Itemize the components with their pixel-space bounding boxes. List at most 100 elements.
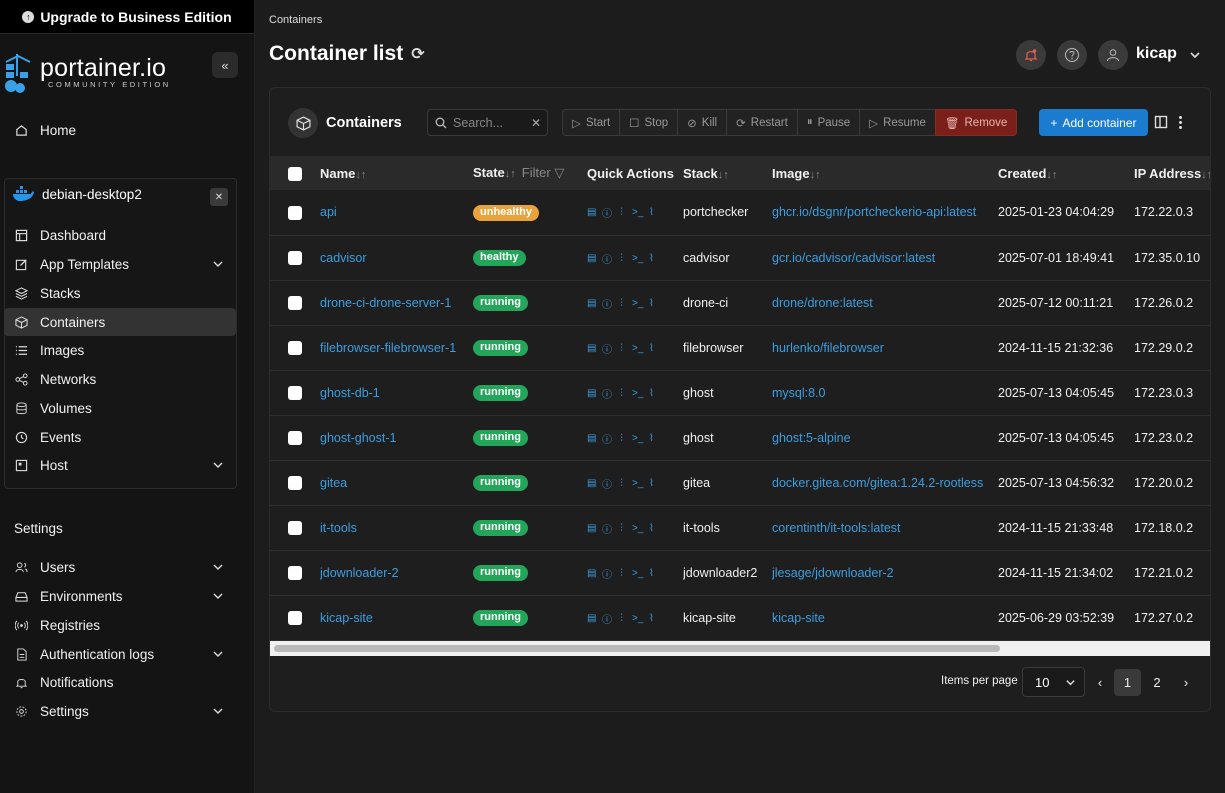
upgrade-button[interactable]: ↑ Upgrade to Business Edition: [0, 0, 254, 34]
sidebar-item-home[interactable]: Home: [4, 116, 236, 144]
inspect-icon[interactable]: ⓘ: [602, 431, 612, 446]
sidebar-item-settings[interactable]: Settings: [4, 697, 236, 725]
inspect-icon[interactable]: ⓘ: [602, 521, 612, 536]
close-environment-button[interactable]: ✕: [210, 188, 228, 206]
stats-icon[interactable]: ⫶: [617, 478, 626, 489]
sidebar-item-volumes[interactable]: Volumes: [4, 394, 236, 422]
sidebar-item-authentication-logs[interactable]: Authentication logs: [4, 640, 236, 668]
page-1-button[interactable]: 1: [1114, 669, 1141, 696]
row-checkbox[interactable]: [288, 565, 302, 580]
logs-icon[interactable]: ▤: [587, 523, 596, 534]
console-icon[interactable]: >_: [632, 207, 643, 218]
kill-button[interactable]: ⊘ Kill: [677, 109, 728, 136]
stats-icon[interactable]: ⫶: [617, 613, 626, 624]
image-link[interactable]: kicap-site: [772, 611, 825, 625]
start-button[interactable]: ▷ Start: [562, 109, 621, 136]
refresh-icon[interactable]: ⟳: [411, 44, 424, 64]
console-icon[interactable]: >_: [632, 343, 643, 354]
select-all-checkbox[interactable]: [288, 166, 302, 181]
image-link[interactable]: drone/drone:latest: [772, 296, 873, 310]
stats-icon[interactable]: ⫶: [617, 298, 626, 309]
inspect-icon[interactable]: ⓘ: [602, 296, 612, 311]
inspect-icon[interactable]: ⓘ: [602, 386, 612, 401]
container-name-link[interactable]: kicap-site: [320, 611, 373, 625]
next-page-button[interactable]: ›: [1180, 669, 1192, 696]
row-checkbox[interactable]: [288, 520, 302, 535]
sidebar-item-stacks[interactable]: Stacks: [4, 279, 236, 307]
console-icon[interactable]: >_: [632, 298, 643, 309]
container-name-link[interactable]: it-tools: [320, 521, 357, 535]
more-options-icon[interactable]: [1175, 114, 1185, 130]
username[interactable]: kicap: [1136, 45, 1177, 63]
image-link[interactable]: mysql:8.0: [772, 386, 826, 400]
attach-icon[interactable]: ⌇: [647, 478, 656, 489]
search-input[interactable]: [453, 115, 525, 130]
attach-icon[interactable]: ⌇: [647, 523, 656, 534]
clear-search-icon[interactable]: ✕: [531, 116, 541, 130]
row-checkbox[interactable]: [288, 430, 302, 445]
container-name-link[interactable]: api: [320, 205, 337, 219]
search-box[interactable]: ✕: [427, 109, 548, 136]
row-checkbox[interactable]: [288, 385, 302, 400]
chevron-down-icon[interactable]: [1188, 48, 1202, 62]
attach-icon[interactable]: ⌇: [647, 253, 656, 264]
container-name-link[interactable]: ghost-ghost-1: [320, 431, 396, 445]
console-icon[interactable]: >_: [632, 568, 643, 579]
attach-icon[interactable]: ⌇: [647, 343, 656, 354]
attach-icon[interactable]: ⌇: [647, 433, 656, 444]
row-checkbox[interactable]: [288, 610, 302, 625]
sidebar-item-registries[interactable]: Registries: [4, 611, 236, 639]
columns-icon[interactable]: [1154, 115, 1168, 129]
sidebar-item-containers[interactable]: Containers: [4, 308, 236, 336]
column-name[interactable]: Name↓↑: [320, 156, 473, 190]
logs-icon[interactable]: ▤: [587, 478, 596, 489]
sidebar-item-users[interactable]: Users: [4, 553, 236, 581]
container-name-link[interactable]: jdownloader-2: [320, 566, 399, 580]
attach-icon[interactable]: ⌇: [647, 298, 656, 309]
state-filter[interactable]: Filter ▽: [522, 165, 565, 180]
console-icon[interactable]: >_: [632, 613, 643, 624]
attach-icon[interactable]: ⌇: [647, 388, 656, 399]
console-icon[interactable]: >_: [632, 478, 643, 489]
console-icon[interactable]: >_: [632, 433, 643, 444]
stop-button[interactable]: ☐ Stop: [619, 109, 679, 136]
attach-icon[interactable]: ⌇: [647, 613, 656, 624]
logs-icon[interactable]: ▤: [587, 613, 596, 624]
inspect-icon[interactable]: ⓘ: [602, 341, 612, 356]
logs-icon[interactable]: ▤: [587, 568, 596, 579]
container-name-link[interactable]: filebrowser-filebrowser-1: [320, 341, 456, 355]
column-created[interactable]: Created↓↑: [998, 156, 1134, 190]
user-avatar[interactable]: [1098, 40, 1128, 70]
attach-icon[interactable]: ⌇: [647, 207, 656, 218]
resume-button[interactable]: ▷ Resume: [859, 109, 936, 136]
pause-button[interactable]: ⏸ Pause: [796, 109, 861, 136]
logs-icon[interactable]: ▤: [587, 388, 596, 399]
sidebar-item-dashboard[interactable]: Dashboard: [4, 221, 236, 249]
sidebar-item-notifications[interactable]: Notifications: [4, 668, 236, 696]
column-stack[interactable]: Stack↓↑: [683, 156, 772, 190]
sidebar-item-environments[interactable]: Environments: [4, 582, 236, 610]
logo[interactable]: portainer.io COMMUNITY EDITION «: [2, 52, 252, 98]
stats-icon[interactable]: ⫶: [617, 433, 626, 444]
console-icon[interactable]: >_: [632, 523, 643, 534]
inspect-icon[interactable]: ⓘ: [602, 566, 612, 581]
column-state[interactable]: State↓↑ Filter ▽: [473, 156, 587, 190]
help-button[interactable]: [1057, 40, 1087, 70]
sidebar-item-host[interactable]: Host: [4, 451, 236, 479]
stats-icon[interactable]: ⫶: [617, 568, 626, 579]
image-link[interactable]: ghost:5-alpine: [772, 431, 851, 445]
sidebar-item-events[interactable]: Events: [4, 423, 236, 451]
remove-button[interactable]: 🗑 Remove: [934, 109, 1018, 136]
inspect-icon[interactable]: ⓘ: [602, 476, 612, 491]
image-link[interactable]: hurlenko/filebrowser: [772, 341, 884, 355]
prev-page-button[interactable]: ‹: [1094, 669, 1106, 696]
image-link[interactable]: jlesage/jdownloader-2: [772, 566, 894, 580]
page-2-button[interactable]: 2: [1150, 669, 1164, 696]
row-checkbox[interactable]: [288, 205, 302, 220]
collapse-sidebar-button[interactable]: «: [212, 52, 238, 78]
row-checkbox[interactable]: [288, 340, 302, 355]
image-link[interactable]: corentinth/it-tools:latest: [772, 521, 901, 535]
logs-icon[interactable]: ▤: [587, 207, 596, 218]
logs-icon[interactable]: ▤: [587, 253, 596, 264]
image-link[interactable]: docker.gitea.com/gitea:1.24.2-rootless: [772, 476, 983, 490]
